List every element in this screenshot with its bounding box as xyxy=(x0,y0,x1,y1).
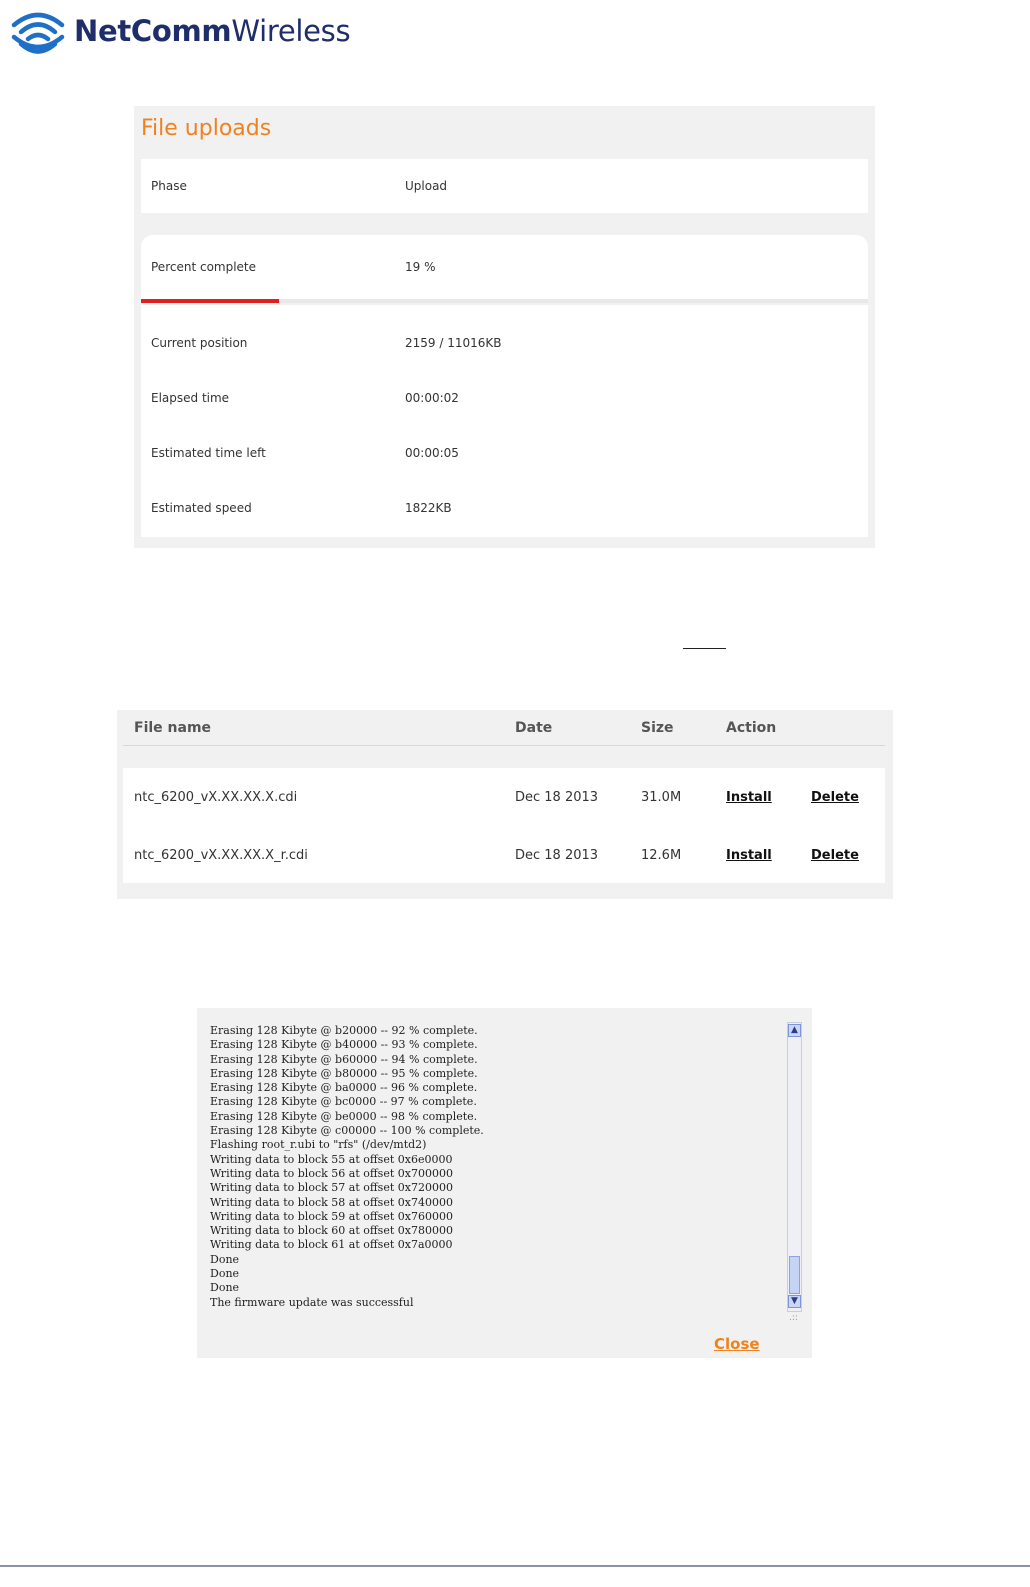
time-left-value: 00:00:05 xyxy=(405,446,459,460)
log-line: Erasing 128 Kibyte @ bc0000 -- 97 % comp… xyxy=(210,1095,477,1109)
log-line: Erasing 128 Kibyte @ b80000 -- 95 % comp… xyxy=(210,1066,478,1080)
elapsed-value: 00:00:02 xyxy=(405,391,459,405)
wireless-signal-icon xyxy=(11,12,65,54)
file-date-cell: Dec 18 2013 xyxy=(515,790,599,805)
log-line: The firmware update was successful xyxy=(210,1295,414,1309)
elapsed-label: Elapsed time xyxy=(151,391,230,405)
phase-row xyxy=(141,159,868,213)
position-label: Current position xyxy=(151,336,248,350)
log-line: Writing data to block 55 at offset 0x6e0… xyxy=(210,1152,453,1166)
file-size-cell: 31.0M xyxy=(641,790,682,805)
file-name-cell: ntc_6200_vX.XX.XX.X.cdi xyxy=(134,790,298,805)
upload-progress-bar xyxy=(141,299,868,303)
header-action: Action xyxy=(726,720,777,736)
header-size: Size xyxy=(641,720,674,736)
time-left-label: Estimated time left xyxy=(151,446,266,460)
log-line: Erasing 128 Kibyte @ c00000 -- 100 % com… xyxy=(210,1124,484,1138)
log-line: Erasing 128 Kibyte @ b60000 -- 94 % comp… xyxy=(210,1052,478,1066)
underline-fragment xyxy=(683,638,726,649)
install-link[interactable]: Install xyxy=(726,790,772,805)
log-line: Writing data to block 57 at offset 0x720… xyxy=(210,1181,453,1195)
footer-divider xyxy=(0,1565,1030,1567)
logo-wordmark: NetCommWireless xyxy=(74,14,351,48)
percent-value: 19 % xyxy=(405,260,436,274)
log-line: Writing data to block 61 at offset 0x7a0… xyxy=(210,1238,453,1252)
file-date-cell: Dec 18 2013 xyxy=(515,848,599,863)
log-line: Writing data to block 60 at offset 0x780… xyxy=(210,1224,453,1238)
scroll-thumb[interactable] xyxy=(789,1256,800,1294)
speed-label: Estimated speed xyxy=(151,501,252,515)
netcomm-logo: NetCommWireless xyxy=(10,6,351,56)
install-link[interactable]: Install xyxy=(726,848,772,863)
delete-link[interactable]: Delete xyxy=(811,790,859,805)
log-output[interactable]: Erasing 128 Kibyte @ b20000 -- 92 % comp… xyxy=(210,1024,780,1310)
log-line: Erasing 128 Kibyte @ b20000 -- 92 % comp… xyxy=(210,1024,478,1037)
files-table-body xyxy=(123,768,885,883)
scroll-up-icon[interactable]: ▲ xyxy=(788,1024,801,1037)
close-link[interactable]: Close xyxy=(714,1335,760,1353)
percent-label: Percent complete xyxy=(151,260,257,274)
log-line: Flashing root_r.ubi to "rfs" (/dev/mtd2) xyxy=(210,1138,427,1152)
position-value: 2159 / 11016KB xyxy=(405,336,502,350)
scroll-down-icon[interactable]: ▼ xyxy=(788,1295,801,1308)
panel-title: File uploads xyxy=(141,116,272,141)
log-line: Writing data to block 58 at offset 0x740… xyxy=(210,1195,453,1209)
log-line: Writing data to block 56 at offset 0x700… xyxy=(210,1166,453,1180)
delete-link[interactable]: Delete xyxy=(811,848,859,863)
resize-grip-icon[interactable]: .:: xyxy=(789,1313,798,1323)
log-line: Done xyxy=(210,1281,240,1295)
log-line: Erasing 128 Kibyte @ b40000 -- 93 % comp… xyxy=(210,1038,478,1052)
log-line: Done xyxy=(210,1252,240,1266)
phase-label: Phase xyxy=(151,179,187,193)
header-date: Date xyxy=(515,720,553,736)
log-line: Erasing 128 Kibyte @ be0000 -- 98 % comp… xyxy=(210,1109,478,1123)
file-size-cell: 12.6M xyxy=(641,848,682,863)
header-divider xyxy=(123,745,885,746)
file-name-cell: ntc_6200_vX.XX.XX.X_r.cdi xyxy=(134,848,308,863)
speed-value: 1822KB xyxy=(405,501,452,515)
header-file-name: File name xyxy=(134,720,212,736)
phase-value: Upload xyxy=(405,179,448,193)
log-line: Done xyxy=(210,1267,240,1281)
log-line: Erasing 128 Kibyte @ ba0000 -- 96 % comp… xyxy=(210,1081,478,1095)
progress-fill xyxy=(141,299,279,303)
log-line: Writing data to block 59 at offset 0x760… xyxy=(210,1209,453,1223)
